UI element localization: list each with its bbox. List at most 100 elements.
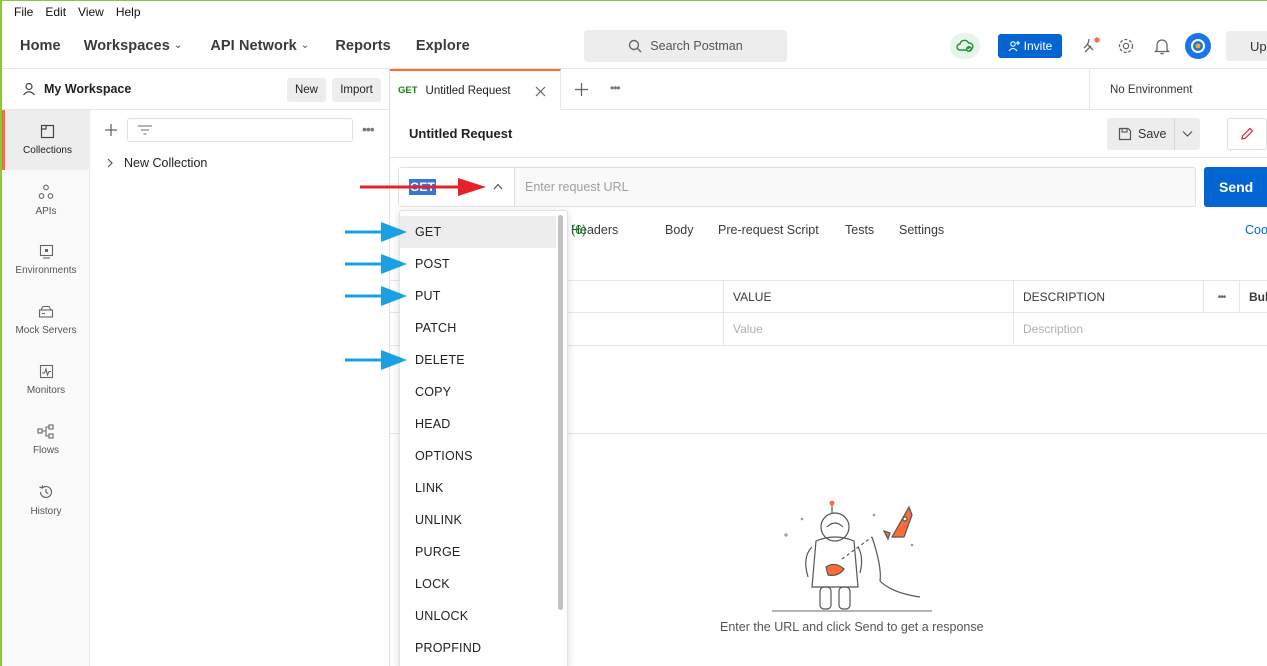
filter-input[interactable] xyxy=(127,118,353,142)
method-dropdown-menu: GET POST PUT PATCH DELETE COPY HEAD OPTI… xyxy=(399,210,568,666)
sidebar-item-history[interactable]: History xyxy=(2,470,90,530)
cookies-link[interactable]: Coo xyxy=(1245,223,1267,237)
menu-item-get[interactable]: GET xyxy=(400,216,556,248)
chevron-down-icon: ⌄ xyxy=(300,40,310,51)
menu-help[interactable]: Help xyxy=(116,5,141,19)
close-icon[interactable] xyxy=(535,86,546,97)
menu-file[interactable]: File xyxy=(14,5,33,19)
tabs-bar: GET Untitled Request ••• No Environment xyxy=(390,69,1267,110)
plus-icon[interactable] xyxy=(104,123,118,137)
tab-title: Untitled Request xyxy=(425,84,511,97)
filter-icon xyxy=(138,125,152,135)
add-user-icon xyxy=(1008,41,1020,52)
tab-options-icon[interactable]: ••• xyxy=(610,81,621,95)
search-placeholder: Search Postman xyxy=(650,39,743,53)
value-input[interactable]: Value xyxy=(723,313,1013,345)
edit-button[interactable] xyxy=(1227,118,1267,150)
collections-tree: ••• New Collection xyxy=(90,110,390,666)
send-button[interactable]: Send xyxy=(1204,167,1267,207)
menu-item-copy[interactable]: COPY xyxy=(400,376,556,408)
response-empty-message: Enter the URL and click Send to get a re… xyxy=(720,620,984,634)
tab-settings[interactable]: Settings xyxy=(899,223,944,237)
blue-annotation-arrow-delete xyxy=(345,350,407,370)
flows-icon xyxy=(37,424,54,439)
nav-explore[interactable]: Explore xyxy=(416,38,470,54)
top-nav: Home Workspaces ⌄ API Network ⌄ Reports Ex… xyxy=(2,23,1267,69)
menu-view[interactable]: View xyxy=(78,5,104,19)
nav-reports[interactable]: Reports xyxy=(335,38,391,54)
chevron-down-icon: ⌄ xyxy=(173,40,183,51)
collections-icon xyxy=(40,124,55,139)
sidebar-item-flows[interactable]: Flows xyxy=(2,410,90,470)
workspace-header: My Workspace New Import xyxy=(2,69,389,110)
settings-icon[interactable] xyxy=(1115,35,1137,57)
menu-bar: File Edit View Help xyxy=(2,1,1267,23)
menu-item-propfind[interactable]: PROPFIND xyxy=(400,632,556,664)
nav-home[interactable]: Home xyxy=(20,38,61,54)
tab-prerequest-script[interactable]: Pre-request Script xyxy=(718,223,819,237)
tab-method: GET xyxy=(398,85,418,96)
url-bar: GET Enter request URL xyxy=(398,167,1196,207)
column-options-icon[interactable]: ••• xyxy=(1203,281,1239,313)
satellite-icon[interactable] xyxy=(1080,35,1102,57)
url-input[interactable]: Enter request URL xyxy=(525,180,629,194)
sync-status-icon[interactable] xyxy=(950,33,980,59)
save-button[interactable]: Save xyxy=(1107,118,1200,150)
sidebar-item-monitors[interactable]: Monitors xyxy=(2,350,90,410)
upgrade-button[interactable]: Upg xyxy=(1226,31,1267,61)
menu-item-patch[interactable]: PATCH xyxy=(400,312,556,344)
menu-item-head[interactable]: HEAD xyxy=(400,408,556,440)
menu-item-post[interactable]: POST xyxy=(400,248,556,280)
sidebar-item-mock-servers[interactable]: Mock Servers xyxy=(2,290,90,350)
blue-annotation-arrow-put xyxy=(345,286,407,306)
list-item[interactable]: New Collection xyxy=(106,156,207,170)
history-icon xyxy=(39,484,53,498)
menu-item-unlink[interactable]: UNLINK xyxy=(400,504,556,536)
avatar[interactable] xyxy=(1185,33,1211,59)
request-header: Untitled Request Save xyxy=(390,110,1267,158)
request-title: Untitled Request xyxy=(409,126,513,141)
pencil-icon xyxy=(1241,127,1254,140)
environment-selector[interactable]: No Environment xyxy=(1089,69,1267,110)
chevron-up-icon xyxy=(493,183,503,190)
mock-server-icon xyxy=(38,305,54,318)
menu-item-link[interactable]: LINK xyxy=(400,472,556,504)
bulk-edit-link[interactable]: Bul xyxy=(1239,281,1267,313)
sidebar-item-apis[interactable]: APIs xyxy=(2,170,90,230)
menu-item-purge[interactable]: PURGE xyxy=(400,536,556,568)
tab-tests[interactable]: Tests xyxy=(845,223,874,237)
menu-item-unlock[interactable]: UNLOCK xyxy=(400,600,556,632)
app-window: File Edit View Help Home Workspaces ⌄ API… xyxy=(0,0,1267,666)
chevron-down-icon[interactable] xyxy=(1182,130,1193,138)
column-header-value: VALUE xyxy=(723,281,1013,313)
menu-item-put[interactable]: PUT xyxy=(400,280,556,312)
sidebar: My Workspace New Import Collections APIs… xyxy=(2,69,390,666)
new-tab-icon[interactable] xyxy=(575,83,588,96)
dropdown-scrollbar[interactable] xyxy=(558,215,563,610)
monitors-icon xyxy=(39,364,53,379)
more-options-icon[interactable]: ••• xyxy=(362,121,375,137)
workspace-name: My Workspace xyxy=(44,82,132,96)
column-header-description: DESCRIPTION xyxy=(1013,281,1203,313)
bell-icon[interactable] xyxy=(1151,35,1173,57)
new-button[interactable]: New xyxy=(287,78,326,102)
invite-button[interactable]: Invite xyxy=(998,34,1062,58)
import-button[interactable]: Import xyxy=(332,78,381,102)
search-icon xyxy=(629,39,642,53)
user-icon xyxy=(23,82,35,96)
menu-item-options[interactable]: OPTIONS xyxy=(400,440,556,472)
description-input[interactable]: Description xyxy=(1013,313,1267,345)
search-bar[interactable]: Search Postman xyxy=(584,30,787,62)
sidebar-item-environments[interactable]: Environments xyxy=(2,230,90,290)
tab-body[interactable]: Body xyxy=(665,223,694,237)
apis-icon xyxy=(38,184,54,199)
nav-api-network[interactable]: API Network ⌄ xyxy=(210,38,309,54)
tab-untitled-request[interactable]: GET Untitled Request xyxy=(390,69,561,110)
tree-toolbar: ••• xyxy=(90,110,390,150)
menu-item-lock[interactable]: LOCK xyxy=(400,568,556,600)
sidebar-item-collections[interactable]: Collections xyxy=(2,110,90,170)
nav-workspaces[interactable]: Workspaces ⌄ xyxy=(84,38,183,54)
save-icon xyxy=(1118,127,1132,141)
menu-item-delete[interactable]: DELETE xyxy=(400,344,556,376)
menu-edit[interactable]: Edit xyxy=(45,5,66,19)
